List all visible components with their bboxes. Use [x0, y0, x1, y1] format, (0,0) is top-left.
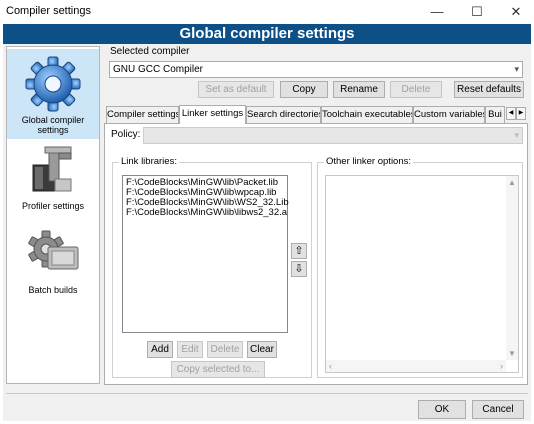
page-title: Global compiler settings — [3, 24, 531, 44]
tab-scroll-left-icon[interactable]: ◀ — [506, 107, 516, 120]
other-linker-options-label: Other linker options: — [324, 156, 414, 167]
nav-item-profiler[interactable]: Profiler settings — [7, 143, 99, 215]
tab-linker-settings[interactable]: Linker settings — [179, 105, 246, 124]
scroll-right-icon[interactable]: › — [500, 360, 503, 372]
delete-compiler-button[interactable]: Delete — [390, 81, 442, 98]
profiler-icon — [32, 146, 72, 192]
footer-divider — [6, 393, 528, 394]
set-as-default-button[interactable]: Set as default — [198, 81, 274, 98]
link-libraries-group: Link libraries: F:\CodeBlocks\MinGW\lib\… — [112, 156, 312, 378]
ok-button[interactable]: OK — [418, 400, 466, 419]
window-title: Compiler settings — [6, 5, 91, 17]
nav-item-label: Global compiler settings — [21, 115, 85, 135]
tab-compiler-settings[interactable]: Compiler settings — [106, 106, 179, 123]
copy-compiler-button[interactable]: Copy — [280, 81, 328, 98]
linker-settings-panel: Policy: ▾ Link libraries: F:\CodeBlocks\… — [104, 123, 528, 385]
chevron-down-icon: ▾ — [514, 130, 519, 140]
nav-item-global-compiler[interactable]: Global compiler settings — [7, 49, 99, 139]
list-item[interactable]: F:\CodeBlocks\MinGW\lib\libws2_32.a — [123, 208, 287, 218]
other-linker-options-group: Other linker options: ▲ ▼ ‹ › — [317, 156, 523, 378]
policy-select[interactable]: ▾ — [143, 127, 523, 144]
minimize-button[interactable]: — — [423, 2, 451, 22]
delete-library-button[interactable]: Delete — [207, 341, 243, 358]
chevron-down-icon: ▾ — [514, 64, 519, 74]
tab-build-options[interactable]: Bui — [485, 106, 505, 123]
tab-toolchain-executables[interactable]: Toolchain executables — [321, 106, 413, 123]
move-up-button[interactable]: ⇧ — [291, 243, 307, 259]
nav-item-label: Profiler settings — [21, 201, 85, 211]
selected-compiler-label: Selected compiler — [110, 46, 190, 57]
reset-defaults-button[interactable]: Reset defaults — [454, 81, 524, 98]
link-libraries-label: Link libraries: — [119, 156, 179, 167]
settings-nav: Global compiler settings Profiler settin… — [6, 46, 100, 384]
rename-compiler-button[interactable]: Rename — [333, 81, 385, 98]
policy-label: Policy: — [111, 129, 141, 140]
tab-scroll-right-icon[interactable]: ▶ — [516, 107, 526, 120]
nav-item-batch-builds[interactable]: Batch builds — [7, 229, 99, 299]
batch-builds-icon — [28, 230, 79, 270]
close-button[interactable]: ✕ — [502, 2, 530, 22]
dialog-body: Global compiler settings Profiler settin… — [3, 44, 531, 421]
scroll-left-icon[interactable]: ‹ — [329, 360, 332, 372]
scroll-down-icon[interactable]: ▼ — [506, 349, 518, 358]
tab-search-directories[interactable]: Search directories — [246, 106, 321, 123]
tab-custom-variables[interactable]: Custom variables — [413, 106, 485, 123]
compiler-select[interactable]: GNU GCC Compiler ▾ — [109, 61, 523, 78]
edit-library-button[interactable]: Edit — [177, 341, 203, 358]
add-library-button[interactable]: Add — [147, 341, 173, 358]
link-libraries-list[interactable]: F:\CodeBlocks\MinGW\lib\Packet.lib F:\Co… — [122, 175, 289, 333]
move-down-button[interactable]: ⇩ — [291, 261, 307, 277]
compiler-select-value: GNU GCC Compiler — [113, 64, 204, 75]
clear-libraries-button[interactable]: Clear — [247, 341, 277, 358]
window-titlebar: Compiler settings — ☐ ✕ — [0, 0, 534, 24]
vertical-scrollbar[interactable]: ▲ ▼ — [506, 176, 518, 360]
scroll-up-icon[interactable]: ▲ — [506, 178, 518, 187]
gear-icon — [25, 56, 81, 112]
maximize-button[interactable]: ☐ — [463, 2, 491, 22]
nav-item-label: Batch builds — [28, 285, 78, 295]
copy-selected-button[interactable]: Copy selected to... — [171, 361, 265, 378]
other-linker-options-input[interactable]: ▲ ▼ ‹ › — [325, 175, 519, 373]
cancel-button[interactable]: Cancel — [472, 400, 524, 419]
horizontal-scrollbar[interactable]: ‹ › — [326, 360, 506, 372]
